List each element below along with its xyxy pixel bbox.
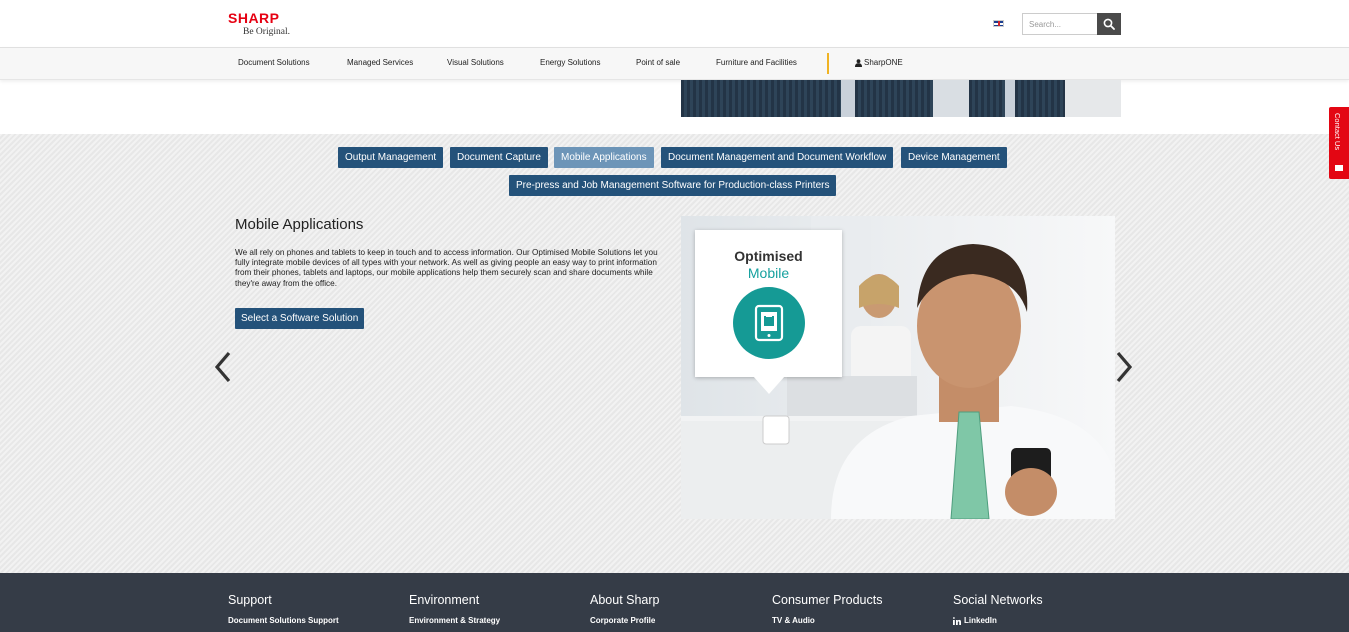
site-header: SHARP Be Original. [0,0,1349,47]
footer-link[interactable]: Corporate Profile [590,616,660,625]
nav-item-visual-solutions[interactable]: Visual Solutions [447,58,504,67]
footer-link[interactable]: Document Solutions Support [228,616,339,625]
tab-device-management[interactable]: Device Management [901,147,1007,168]
main-nav: Document Solutions Managed Services Visu… [0,47,1349,80]
callout-title: Optimised [734,248,803,264]
hero-image [681,80,1121,117]
site-footer: Support Document Solutions Support Envir… [0,573,1349,632]
footer-heading: About Sharp [590,593,660,607]
footer-column-environment: Environment Environment & Strategy [409,593,500,625]
tablet-icon [754,304,783,342]
callout-subtitle: Mobile [747,265,790,281]
section-title: Mobile Applications [235,216,364,233]
chevron-right-icon [1116,351,1133,383]
select-software-button[interactable]: Select a Software Solution [235,308,365,329]
footer-heading: Social Networks [953,593,1043,607]
contact-us-label: Contact Us [1333,113,1342,151]
footer-column-about: About Sharp Corporate Profile [590,593,660,625]
contact-us-tab[interactable]: Contact Us [1329,107,1349,179]
footer-heading: Support [228,593,272,607]
nav-item-energy-solutions[interactable]: Energy Solutions [540,58,600,67]
nav-divider [827,53,829,74]
solutions-band [0,134,1349,573]
footer-heading: Environment [409,593,480,607]
footer-column-consumer: Consumer Products TV & Audio [772,593,882,625]
search-icon [1103,18,1115,30]
footer-heading: Consumer Products [772,593,883,607]
linkedin-icon [953,616,961,625]
sharp-logo[interactable]: SHARP Be Original. [228,10,290,38]
search-button[interactable] [1097,13,1121,35]
linkedin-label: LinkedIn [964,616,997,625]
footer-link[interactable]: Environment & Strategy [409,616,500,625]
optimised-mobile-callout: Optimised Mobile [695,230,842,377]
section-description: We all rely on phones and tablets to kee… [235,248,658,288]
search-input[interactable] [1022,13,1097,35]
carousel-next-button[interactable] [1113,349,1135,385]
logo-tagline: Be Original. [243,27,290,37]
tab-document-management[interactable]: Document Management and Document Workflo… [661,147,894,168]
feature-image: Optimised Mobile [681,216,1115,519]
chevron-left-icon [214,351,231,383]
tab-document-capture[interactable]: Document Capture [450,147,548,168]
footer-column-support: Support Document Solutions Support [228,593,339,625]
uk-flag-icon[interactable] [993,20,1004,27]
user-icon [855,58,862,67]
tab-mobile-applications[interactable]: Mobile Applications [554,147,654,168]
footer-link-linkedin[interactable]: LinkedIn [953,616,1043,625]
tab-output-management[interactable]: Output Management [338,147,444,168]
carousel-prev-button[interactable] [212,349,234,385]
sharpone-label: SharpONE [864,58,903,67]
logo-wordmark: SHARP [228,10,280,26]
nav-item-sharpone[interactable]: SharpONE [855,58,903,67]
nav-item-document-solutions[interactable]: Document Solutions [238,58,310,67]
callout-pointer [753,376,785,394]
tab-pre-press[interactable]: Pre-press and Job Management Software fo… [509,175,837,196]
footer-link[interactable]: TV & Audio [772,616,882,625]
mobile-badge [732,287,805,359]
nav-item-furniture-facilities[interactable]: Furniture and Facilities [716,58,797,67]
nav-item-managed-services[interactable]: Managed Services [347,58,413,67]
footer-column-social: Social Networks LinkedIn [953,593,1043,625]
nav-item-point-of-sale[interactable]: Point of sale [636,58,680,67]
envelope-icon [1335,165,1343,171]
